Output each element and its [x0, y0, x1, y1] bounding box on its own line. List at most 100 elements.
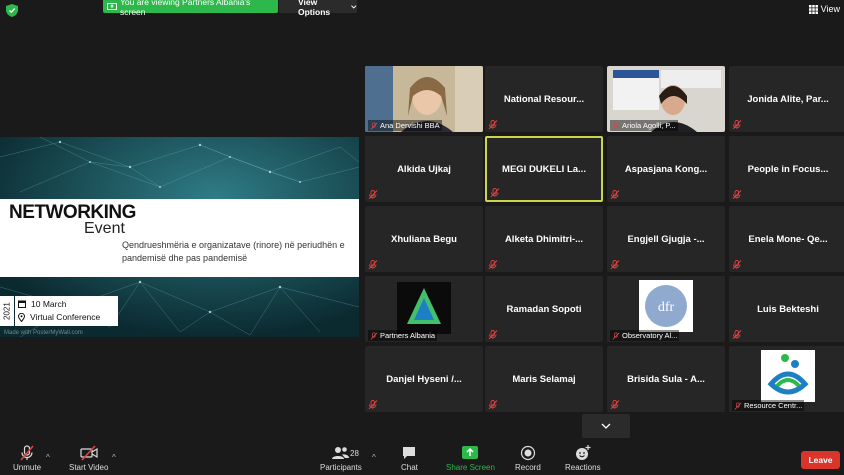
muted-microphone-icon: [732, 260, 742, 269]
participant-tile[interactable]: Danjel Hyseni /...: [365, 346, 483, 412]
view-options-button[interactable]: View Options: [279, 0, 357, 17]
muted-microphone-icon: [488, 400, 498, 409]
participant-tile[interactable]: People in Focus...: [729, 136, 844, 202]
participant-tile[interactable]: Ramadan Sopoti: [485, 276, 603, 342]
participant-name: Enela Mone- Qe...: [748, 233, 828, 245]
participants-options-caret[interactable]: ^: [372, 453, 376, 462]
reactions-button[interactable]: Reactions: [565, 445, 601, 472]
video-off-icon: [80, 445, 98, 461]
chevron-down-icon: [351, 4, 357, 9]
participant-tile[interactable]: Xhuliana Begu: [365, 206, 483, 272]
participant-name: Luis Bekteshi: [757, 303, 819, 315]
view-label: View: [820, 4, 840, 14]
collapse-panel-button[interactable]: [582, 414, 630, 438]
participant-tile[interactable]: Ana Dervishi BBA: [365, 66, 483, 132]
participant-tile[interactable]: National Resour...: [485, 66, 603, 132]
share-screen-button[interactable]: Share Screen: [446, 445, 495, 472]
participant-tile[interactable]: Resource Centr...: [729, 346, 844, 412]
participant-name: Danjel Hyseni /...: [386, 373, 462, 385]
viewing-screen-text: You are viewing Partners Albania's scree…: [119, 0, 251, 17]
participant-tile[interactable]: Ariola Agolli, P...: [607, 66, 725, 132]
event-info-box: 10 March Virtual Conference: [15, 296, 118, 326]
event-date: 10 March: [31, 299, 67, 309]
shared-screen: NETWORKING Event Qendrueshmëria e organi…: [0, 137, 359, 337]
muted-microphone-icon: [610, 400, 620, 409]
muted-microphone-icon: [612, 121, 620, 130]
smiley-plus-icon: [575, 445, 591, 460]
unmute-button[interactable]: Unmute: [13, 445, 41, 472]
participant-name: Ana Dervishi BBA: [380, 121, 440, 130]
muted-microphone-icon: [732, 330, 742, 339]
muted-microphone-icon: [732, 120, 742, 129]
calendar-icon: [18, 300, 26, 308]
participant-name: Ariola Agolli, P...: [622, 121, 676, 130]
muted-microphone-icon: [732, 190, 742, 199]
muted-microphone-icon: [368, 400, 378, 409]
start-video-button[interactable]: Start Video: [69, 445, 108, 472]
participant-tile[interactable]: Engjell Gjugja -...: [607, 206, 725, 272]
participant-name: Xhuliana Begu: [391, 233, 457, 245]
record-label: Record: [515, 463, 541, 472]
event-description: Qendrueshmëria e organizatave (rinore) n…: [122, 240, 345, 263]
participants-label: Participants: [320, 463, 362, 472]
participant-name: Maris Selamaj: [512, 373, 576, 385]
record-button[interactable]: Record: [515, 445, 541, 472]
screen-share-icon: [107, 2, 117, 10]
participant-name: Engjell Gjugja -...: [627, 233, 705, 245]
participant-tile[interactable]: Jonida Alite, Par...: [729, 66, 844, 132]
chat-button[interactable]: Chat: [401, 445, 418, 472]
view-layout-button[interactable]: View: [808, 4, 840, 14]
muted-microphone-icon: [734, 401, 742, 410]
top-bar: You are viewing Partners Albania's scree…: [0, 0, 844, 20]
participant-tile[interactable]: dfr Observatory Al...: [607, 276, 725, 342]
meeting-toolbar: Unmute ^ Start Video ^ Participants ^ Ch…: [0, 442, 844, 475]
participant-tile[interactable]: Alkida Ujkaj: [365, 136, 483, 202]
participant-tile[interactable]: Partners Albania: [365, 276, 483, 342]
participant-name: Ramadan Sopoti: [506, 303, 582, 315]
participant-name: National Resour...: [503, 93, 585, 105]
share-screen-label: Share Screen: [446, 463, 495, 472]
participant-tile[interactable]: Enela Mone- Qe...: [729, 206, 844, 272]
audio-options-caret[interactable]: ^: [46, 453, 50, 462]
security-shield-icon[interactable]: [6, 4, 18, 17]
participant-name: Aspasjana Kong...: [624, 163, 708, 175]
video-options-caret[interactable]: ^: [112, 453, 116, 462]
participant-name: Partners Albania: [380, 331, 436, 340]
muted-microphone-icon: [610, 190, 620, 199]
participant-name-label: Observatory Al...: [610, 330, 680, 341]
chat-bubble-icon: [403, 447, 416, 459]
chevron-down-icon: [601, 423, 611, 429]
svg-text:dfr: dfr: [658, 300, 675, 315]
muted-microphone-icon: [368, 260, 378, 269]
participant-name: Observatory Al...: [622, 331, 678, 340]
reactions-label: Reactions: [565, 463, 601, 472]
participant-name-label: Ana Dervishi BBA: [368, 120, 442, 131]
muted-microphone-icon: [20, 445, 34, 461]
participant-name-label: Partners Albania: [368, 330, 438, 341]
event-date-row: 10 March: [18, 299, 66, 309]
muted-microphone-icon: [488, 120, 498, 129]
leave-button[interactable]: Leave: [801, 451, 840, 469]
chat-label: Chat: [401, 463, 418, 472]
event-year: 2021: [0, 296, 14, 326]
participant-tile[interactable]: Alketa Dhimitri-...: [485, 206, 603, 272]
participant-name: Resource Centr...: [744, 401, 803, 410]
view-options-label: View Options: [298, 0, 331, 17]
participant-tile[interactable]: Maris Selamaj: [485, 346, 603, 412]
event-subtitle: Event: [84, 220, 125, 237]
participant-name: MEGI DUKELI La...: [502, 163, 586, 175]
muted-microphone-icon: [488, 330, 498, 339]
record-icon: [520, 445, 535, 461]
participant-name: People in Focus...: [747, 163, 829, 175]
participant-tile[interactable]: MEGI DUKELI La...: [485, 136, 603, 202]
participant-tile[interactable]: Luis Bekteshi: [729, 276, 844, 342]
muted-microphone-icon: [368, 190, 378, 199]
share-screen-icon: [462, 446, 479, 459]
participant-tile[interactable]: Aspasjana Kong...: [607, 136, 725, 202]
participant-tile[interactable]: Brisida Sula - A...: [607, 346, 725, 412]
muted-microphone-icon: [610, 260, 620, 269]
participant-name: Brisida Sula - A...: [627, 373, 705, 385]
muted-microphone-icon: [370, 121, 378, 130]
event-location-row: Virtual Conference: [18, 312, 100, 322]
unmute-label: Unmute: [13, 463, 42, 472]
